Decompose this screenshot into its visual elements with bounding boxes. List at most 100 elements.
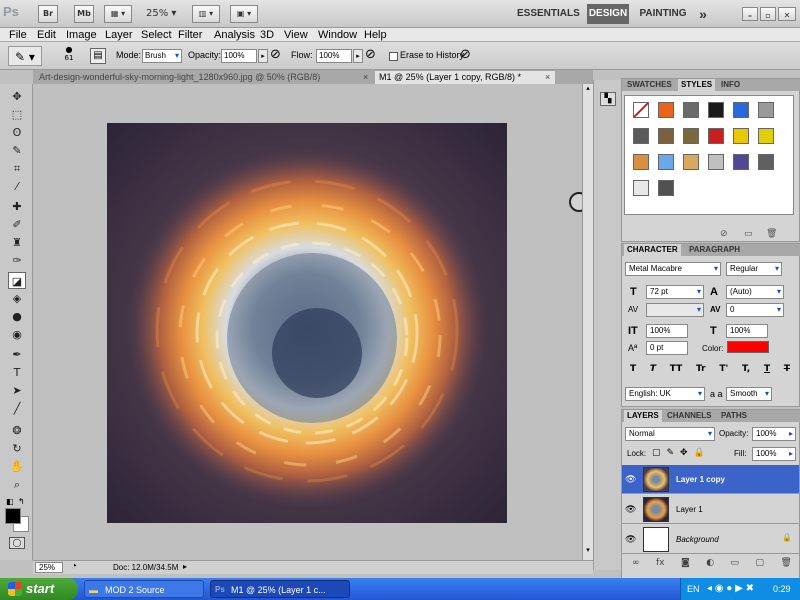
tab-sky-image[interactable]: Art-design-wonderful-sky-morning-light_1… [35,71,373,84]
workspace-design[interactable]: DESIGN [587,4,629,24]
blend-mode-dropdown[interactable]: Normal ▾ [625,427,715,441]
all-caps-button[interactable]: TT [670,364,683,376]
brush-tool-icon[interactable]: ✐ [8,216,26,233]
more-workspaces-button[interactable]: » [694,0,712,28]
style-swatch[interactable] [758,154,774,170]
history-brush-tool-icon[interactable]: ✑ [8,252,26,269]
new-style-icon[interactable]: ▭ [744,229,753,239]
tablet-opacity-icon[interactable]: ⊘ [270,47,281,62]
brush-preset-picker[interactable]: ● 61 [52,45,86,67]
faux-italic-button[interactable]: T [650,364,656,376]
tablet-size-icon[interactable]: ⊘ [460,47,471,62]
zoom-level-dropdown[interactable]: 25% ▾ [146,8,176,19]
style-swatch[interactable] [658,102,674,118]
3d-rotate-tool-icon[interactable]: ❂ [8,422,26,439]
eyedropper-tool-icon[interactable]: ⁄ [8,178,26,195]
delete-layer-icon[interactable]: 🗑 [781,558,792,568]
tab-info[interactable]: INFO [718,79,743,91]
mini-bridge-button[interactable]: Mb [74,5,94,23]
status-info-icon[interactable]: ◔ [71,561,77,572]
dodge-tool-icon[interactable]: ◉ [8,326,26,343]
menu-3d[interactable]: 3D [260,28,274,42]
opacity-field[interactable]: 100% [221,49,257,63]
path-selection-tool-icon[interactable]: ➤ [8,382,26,399]
tab-character[interactable]: CHARACTER [624,244,681,256]
zoom-tool-icon[interactable]: ⌕ [8,476,26,493]
restore-button[interactable]: ▫ [760,7,776,21]
menu-layer[interactable]: Layer [105,28,133,42]
style-swatch[interactable] [708,102,724,118]
style-swatch[interactable] [658,154,674,170]
canvas-area[interactable] [33,84,589,560]
style-swatch[interactable] [758,128,774,144]
tray-icons[interactable]: ◂ ◉ ● ▶ ✖ [707,583,754,594]
foreground-color-swatch[interactable] [5,508,21,524]
scroll-down-icon[interactable]: ▾ [584,546,592,556]
style-swatch[interactable] [658,128,674,144]
font-family-dropdown[interactable]: Metal Macabre ▾ [625,262,721,276]
tab-layers[interactable]: LAYERS [624,410,662,422]
style-swatch[interactable] [683,154,699,170]
spot-healing-tool-icon[interactable]: ✚ [8,198,26,215]
flow-field[interactable]: 100% [316,49,352,63]
horizontal-scale-field[interactable]: 100% [726,324,768,338]
style-swatch[interactable] [758,102,774,118]
small-caps-button[interactable]: Tr [696,364,706,376]
opacity-slider-toggle[interactable]: ▸ [258,49,268,63]
subscript-button[interactable]: T, [742,364,750,376]
new-group-icon[interactable]: ▭ [731,558,740,568]
paint-bucket-tool-icon[interactable]: ◈ [8,290,26,307]
taskbar-item-photoshop[interactable]: Ps M1 @ 25% (Layer 1 c... [210,580,350,598]
layer-style-icon[interactable]: fx [656,558,665,568]
leading-dropdown[interactable]: (Auto) ▾ [726,285,784,299]
layer-name[interactable]: Background [676,535,719,544]
airbrush-icon[interactable]: ⊘ [365,47,376,62]
tab-channels[interactable]: CHANNELS [664,410,714,422]
layer-name[interactable]: Layer 1 [676,505,703,514]
crop-tool-icon[interactable]: ⌗ [8,160,26,177]
style-swatch[interactable] [733,154,749,170]
layer-opacity-field[interactable]: 100% ▸ [752,427,796,441]
marquee-tool-icon[interactable]: ⬚ [8,106,26,123]
visibility-eye-icon[interactable]: 👁 [625,534,637,544]
menu-window[interactable]: Window [318,28,357,42]
3d-orbit-tool-icon[interactable]: ↻ [8,440,26,457]
style-swatch[interactable] [708,154,724,170]
tab-swatches[interactable]: SWATCHES [624,79,675,91]
baseline-shift-field[interactable]: 0 pt [646,341,688,355]
font-style-dropdown[interactable]: Regular ▾ [726,262,782,276]
language-indicator[interactable]: EN [687,584,700,594]
brush-panel-toggle-icon[interactable]: ▤ [90,48,106,64]
tab-styles[interactable]: STYLES [678,79,716,91]
menu-select[interactable]: Select [141,28,172,42]
adjustment-layer-icon[interactable]: ◐ [706,558,714,568]
layer-row[interactable]: 👁 Layer 1 copy [622,465,799,494]
status-menu-icon[interactable]: ▸ [183,562,187,571]
underline-button[interactable]: T [764,364,770,376]
style-swatch[interactable] [658,180,674,196]
minimize-button[interactable]: – [742,7,758,21]
document-canvas[interactable] [107,123,507,523]
faux-bold-button[interactable]: T [630,364,636,376]
status-zoom-field[interactable]: 25% [35,562,63,573]
superscript-button[interactable]: T' [719,364,728,376]
quick-mask-icon[interactable]: ◯ [9,537,25,549]
menu-help[interactable]: Help [364,28,387,42]
lasso-tool-icon[interactable]: ʘ [8,124,26,141]
menu-edit[interactable]: Edit [37,28,56,42]
arrange-documents-button[interactable]: ▥ ▾ [192,5,220,23]
new-layer-icon[interactable]: ▢ [756,558,765,568]
mode-dropdown[interactable]: Brush ▾ [142,49,182,63]
vertical-scrollbar[interactable]: ▴ ▾ [582,84,593,560]
font-size-dropdown[interactable]: 72 pt ▾ [646,285,704,299]
lock-options[interactable]: ▢✎✥🔒 [652,448,711,458]
style-swatch[interactable] [733,128,749,144]
line-tool-icon[interactable]: ╱ [8,400,26,417]
screen-mode-button[interactable]: ▣ ▾ [230,5,258,23]
tab-m1[interactable]: M1 @ 25% (Layer 1 copy, RGB/8) * [375,71,541,84]
menu-filter[interactable]: Filter [178,28,202,42]
workspace-painting[interactable]: PAINTING [638,0,688,28]
visibility-eye-icon[interactable]: 👁 [625,474,637,484]
style-swatch[interactable] [633,102,649,118]
tab-paragraph[interactable]: PARAGRAPH [686,244,743,256]
